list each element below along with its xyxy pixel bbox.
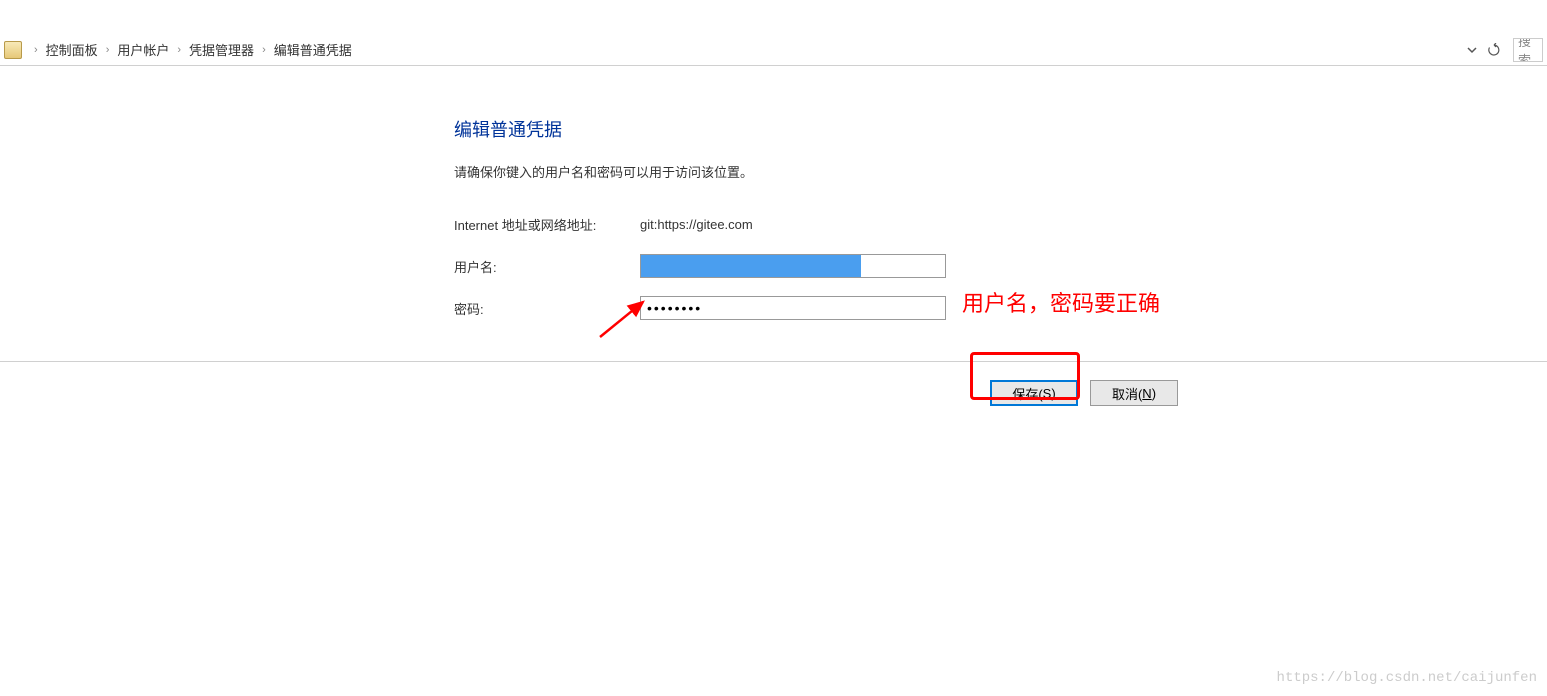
breadcrumb-bar: › 控制面板 › 用户帐户 › 凭据管理器 › 编辑普通凭据 搜索	[0, 34, 1547, 66]
password-label: 密码:	[454, 299, 640, 318]
username-redacted-overlay	[641, 255, 861, 277]
username-row: 用户名:	[454, 253, 1547, 279]
breadcrumb-control-panel[interactable]: 控制面板	[42, 38, 102, 61]
breadcrumb-user-accounts[interactable]: 用户帐户	[113, 38, 173, 61]
watermark-text: https://blog.csdn.net/caijunfen	[1277, 670, 1537, 686]
search-placeholder: 搜索	[1518, 38, 1542, 62]
folder-icon	[4, 41, 22, 59]
instructions-text: 请确保你键入的用户名和密码可以用于访问该位置。	[454, 162, 1547, 181]
address-row: Internet 地址或网络地址: git:https://gitee.com	[454, 211, 1547, 237]
annotation-text: 用户名，密码要正确	[962, 286, 1160, 318]
save-button[interactable]: 保存(S)	[990, 380, 1078, 406]
chevron-right-icon: ›	[34, 44, 38, 56]
username-label: 用户名:	[454, 257, 640, 276]
button-bar: 保存(S) 取消(N)	[0, 361, 1547, 406]
address-value: git:https://gitee.com	[640, 217, 753, 232]
breadcrumb-controls: 搜索	[1461, 38, 1543, 62]
history-dropdown-button[interactable]	[1461, 38, 1483, 62]
chevron-right-icon: ›	[106, 44, 110, 56]
username-input[interactable]	[640, 254, 946, 278]
breadcrumb-credential-manager[interactable]: 凭据管理器	[185, 38, 258, 61]
chevron-right-icon: ›	[262, 44, 266, 56]
page-title: 编辑普通凭据	[454, 116, 1547, 142]
password-input[interactable]	[640, 296, 946, 320]
address-label: Internet 地址或网络地址:	[454, 215, 640, 234]
cancel-button[interactable]: 取消(N)	[1090, 380, 1178, 406]
refresh-button[interactable]	[1483, 38, 1505, 62]
search-input[interactable]: 搜索	[1513, 38, 1543, 62]
breadcrumb-edit-credential[interactable]: 编辑普通凭据	[270, 38, 356, 61]
content-area: 编辑普通凭据 请确保你键入的用户名和密码可以用于访问该位置。 Internet …	[0, 66, 1547, 321]
chevron-right-icon: ›	[177, 44, 181, 56]
